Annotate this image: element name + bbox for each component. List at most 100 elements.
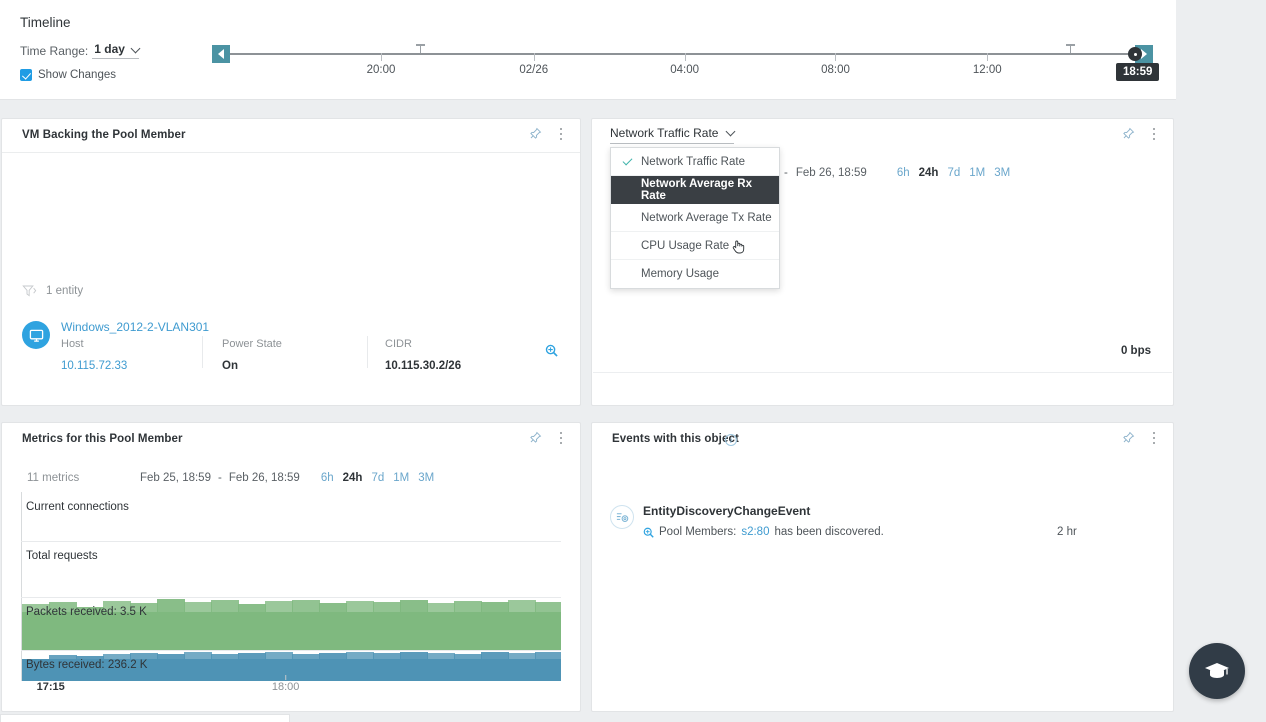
timeline-handle-left[interactable] <box>212 45 230 63</box>
chart-card-header-actions <box>1121 126 1161 142</box>
time-range-option-24h[interactable]: 24h <box>343 472 363 484</box>
event-title[interactable]: EntityDiscoveryChangeEvent <box>643 504 810 518</box>
metric-row[interactable]: Current connections <box>21 492 561 541</box>
chart-range-separator: - <box>783 167 788 179</box>
metric-option-label: Network Average Tx Rate <box>641 211 772 224</box>
metric-option-network-average-tx-rate[interactable]: Network Average Tx Rate <box>611 204 779 232</box>
time-range-option-6h[interactable]: 6h <box>321 472 334 484</box>
info-icon[interactable]: i <box>725 434 737 446</box>
vm-entity-link[interactable]: Windows_2012-2-VLAN301 <box>61 320 209 334</box>
time-range-option-7d[interactable]: 7d <box>947 167 960 179</box>
search-magnifier-icon[interactable] <box>643 527 654 538</box>
overflow-menu-icon[interactable] <box>554 126 568 142</box>
metrics-count-label: 11 metrics <box>27 472 80 484</box>
metric-option-label: Memory Usage <box>641 268 719 280</box>
timeline-tick <box>381 53 382 61</box>
gear-list-icon <box>616 512 628 522</box>
vm-field-cidr: CIDR 10.115.30.2/26 <box>385 338 461 374</box>
metric-row[interactable]: Packets received: 3.5 K <box>21 597 561 650</box>
timeline-change-marker[interactable] <box>1066 44 1075 53</box>
event-type-icon <box>610 505 634 529</box>
vm-field-host-key: Host <box>61 338 84 350</box>
time-range-option-24h[interactable]: 24h <box>919 167 939 179</box>
metric-option-network-average-rx-rate[interactable]: Network Average Rx Rate <box>611 176 779 204</box>
graduation-cap-icon <box>1205 663 1229 678</box>
timeline-tick-label: 04:00 <box>670 64 699 76</box>
timeline-change-marker[interactable] <box>416 44 425 53</box>
metric-select-value: Network Traffic Rate <box>610 126 719 140</box>
timeline-current-knob[interactable] <box>1128 47 1142 61</box>
metric-row-label: Packets received: 3.5 K <box>26 606 147 618</box>
vm-card-title: VM Backing the Pool Member <box>22 129 186 141</box>
chevron-down-icon <box>726 126 736 137</box>
metrics-card-header: Metrics for this Pool Member <box>2 423 580 457</box>
vm-avatar <box>22 321 50 349</box>
time-range-option-6h[interactable]: 6h <box>897 167 910 179</box>
timeline-tick-label: 08:00 <box>821 64 850 76</box>
pin-icon[interactable] <box>1121 126 1135 142</box>
time-range-dropdown[interactable]: 1 day <box>92 42 141 59</box>
show-changes-checkbox[interactable]: Show Changes <box>20 69 116 81</box>
pin-icon[interactable] <box>528 430 542 446</box>
vm-card: VM Backing the Pool Member 1 entity Wind… <box>1 118 581 406</box>
metric-axis-line <box>21 492 22 541</box>
vm-field-host-value[interactable]: 10.115.72.33 <box>61 360 127 372</box>
chart-range-end: Feb 26, 18:59 <box>795 167 867 179</box>
metrics-axis-tick <box>285 675 287 680</box>
event-timestamp: 2 hr <box>1057 526 1077 538</box>
field-divider <box>202 336 203 368</box>
time-range-control: Time Range: 1 day <box>20 42 141 59</box>
pin-icon[interactable] <box>528 126 542 142</box>
metric-select-button[interactable]: Network Traffic Rate <box>610 126 736 144</box>
metrics-time-selector: 6h 24h 7d 1M 3M <box>321 472 434 484</box>
app-root: Timeline Time Range: 1 day Show Changes … <box>0 0 1266 722</box>
pin-icon[interactable] <box>1121 430 1135 446</box>
events-card-header: Events with this object <box>592 423 1173 457</box>
metric-option-memory-usage[interactable]: Memory Usage <box>611 260 779 288</box>
vm-filter-row[interactable]: 1 entity <box>22 284 83 298</box>
chart-baseline <box>593 372 1172 373</box>
metrics-axis-labels: 17:15 18:00 <box>21 675 561 701</box>
chevron-down-icon <box>130 43 141 54</box>
time-range-option-3M[interactable]: 3M <box>418 472 434 484</box>
filter-funnel-icon <box>22 285 37 297</box>
timeline-tick-label: 20:00 <box>366 64 396 76</box>
metric-option-label: Network Average Rx Rate <box>641 177 752 202</box>
chart-value-label: 0 bps <box>1120 345 1151 357</box>
events-card-title: Events with this object <box>612 433 739 445</box>
time-range-option-1M[interactable]: 1M <box>393 472 409 484</box>
metrics-axis-label: 17:15 <box>36 681 65 693</box>
metric-row[interactable]: Bytes received: 236.2 K <box>21 650 561 681</box>
metric-option-cpu-usage-rate[interactable]: CPU Usage Rate <box>611 232 779 260</box>
overflow-menu-icon[interactable] <box>1147 126 1161 142</box>
metric-option-network-traffic-rate[interactable]: Network Traffic Rate <box>611 148 779 176</box>
metric-row-label: Total requests <box>26 550 98 562</box>
timeline-tick <box>533 53 535 61</box>
events-card-header-actions <box>1121 430 1161 446</box>
vm-field-cidr-key: CIDR <box>385 338 412 350</box>
overflow-menu-icon[interactable] <box>554 430 568 446</box>
help-learning-button[interactable] <box>1189 643 1245 699</box>
field-divider <box>367 336 368 368</box>
time-range-option-7d[interactable]: 7d <box>371 472 384 484</box>
timeline-tick <box>835 53 837 61</box>
metrics-range-row: Feb 25, 18:59 - Feb 26, 18:59 6h 24h 7d 1M 3… <box>140 472 434 484</box>
metric-row-divider <box>21 541 561 542</box>
metric-row[interactable]: Total requests <box>21 541 561 597</box>
event-desc-link[interactable]: s2:80 <box>741 526 769 538</box>
vm-field-cidr-value: 10.115.30.2/26 <box>385 360 462 372</box>
overflow-menu-icon[interactable] <box>1147 430 1161 446</box>
metric-select-menu: Network Traffic Rate Network Average Rx R… <box>610 147 780 289</box>
vm-card-header-actions <box>528 126 568 142</box>
vm-field-power-state-value: On <box>222 360 238 372</box>
metrics-range-start: Feb 25, 18:59 <box>140 472 211 484</box>
timeline-track[interactable] <box>220 53 1140 55</box>
time-range-option-1M[interactable]: 1M <box>969 167 985 179</box>
metrics-axis-label: 18:00 <box>272 675 299 693</box>
timeline-tick-label: 12:00 <box>972 64 1002 76</box>
search-magnifier-icon[interactable] <box>545 344 558 357</box>
vm-card-header: VM Backing the Pool Member <box>2 119 580 153</box>
page-background-gutter <box>1176 0 1266 110</box>
metric-row-label: Bytes received: 236.2 K <box>26 659 148 671</box>
time-range-option-3M[interactable]: 3M <box>994 167 1010 179</box>
